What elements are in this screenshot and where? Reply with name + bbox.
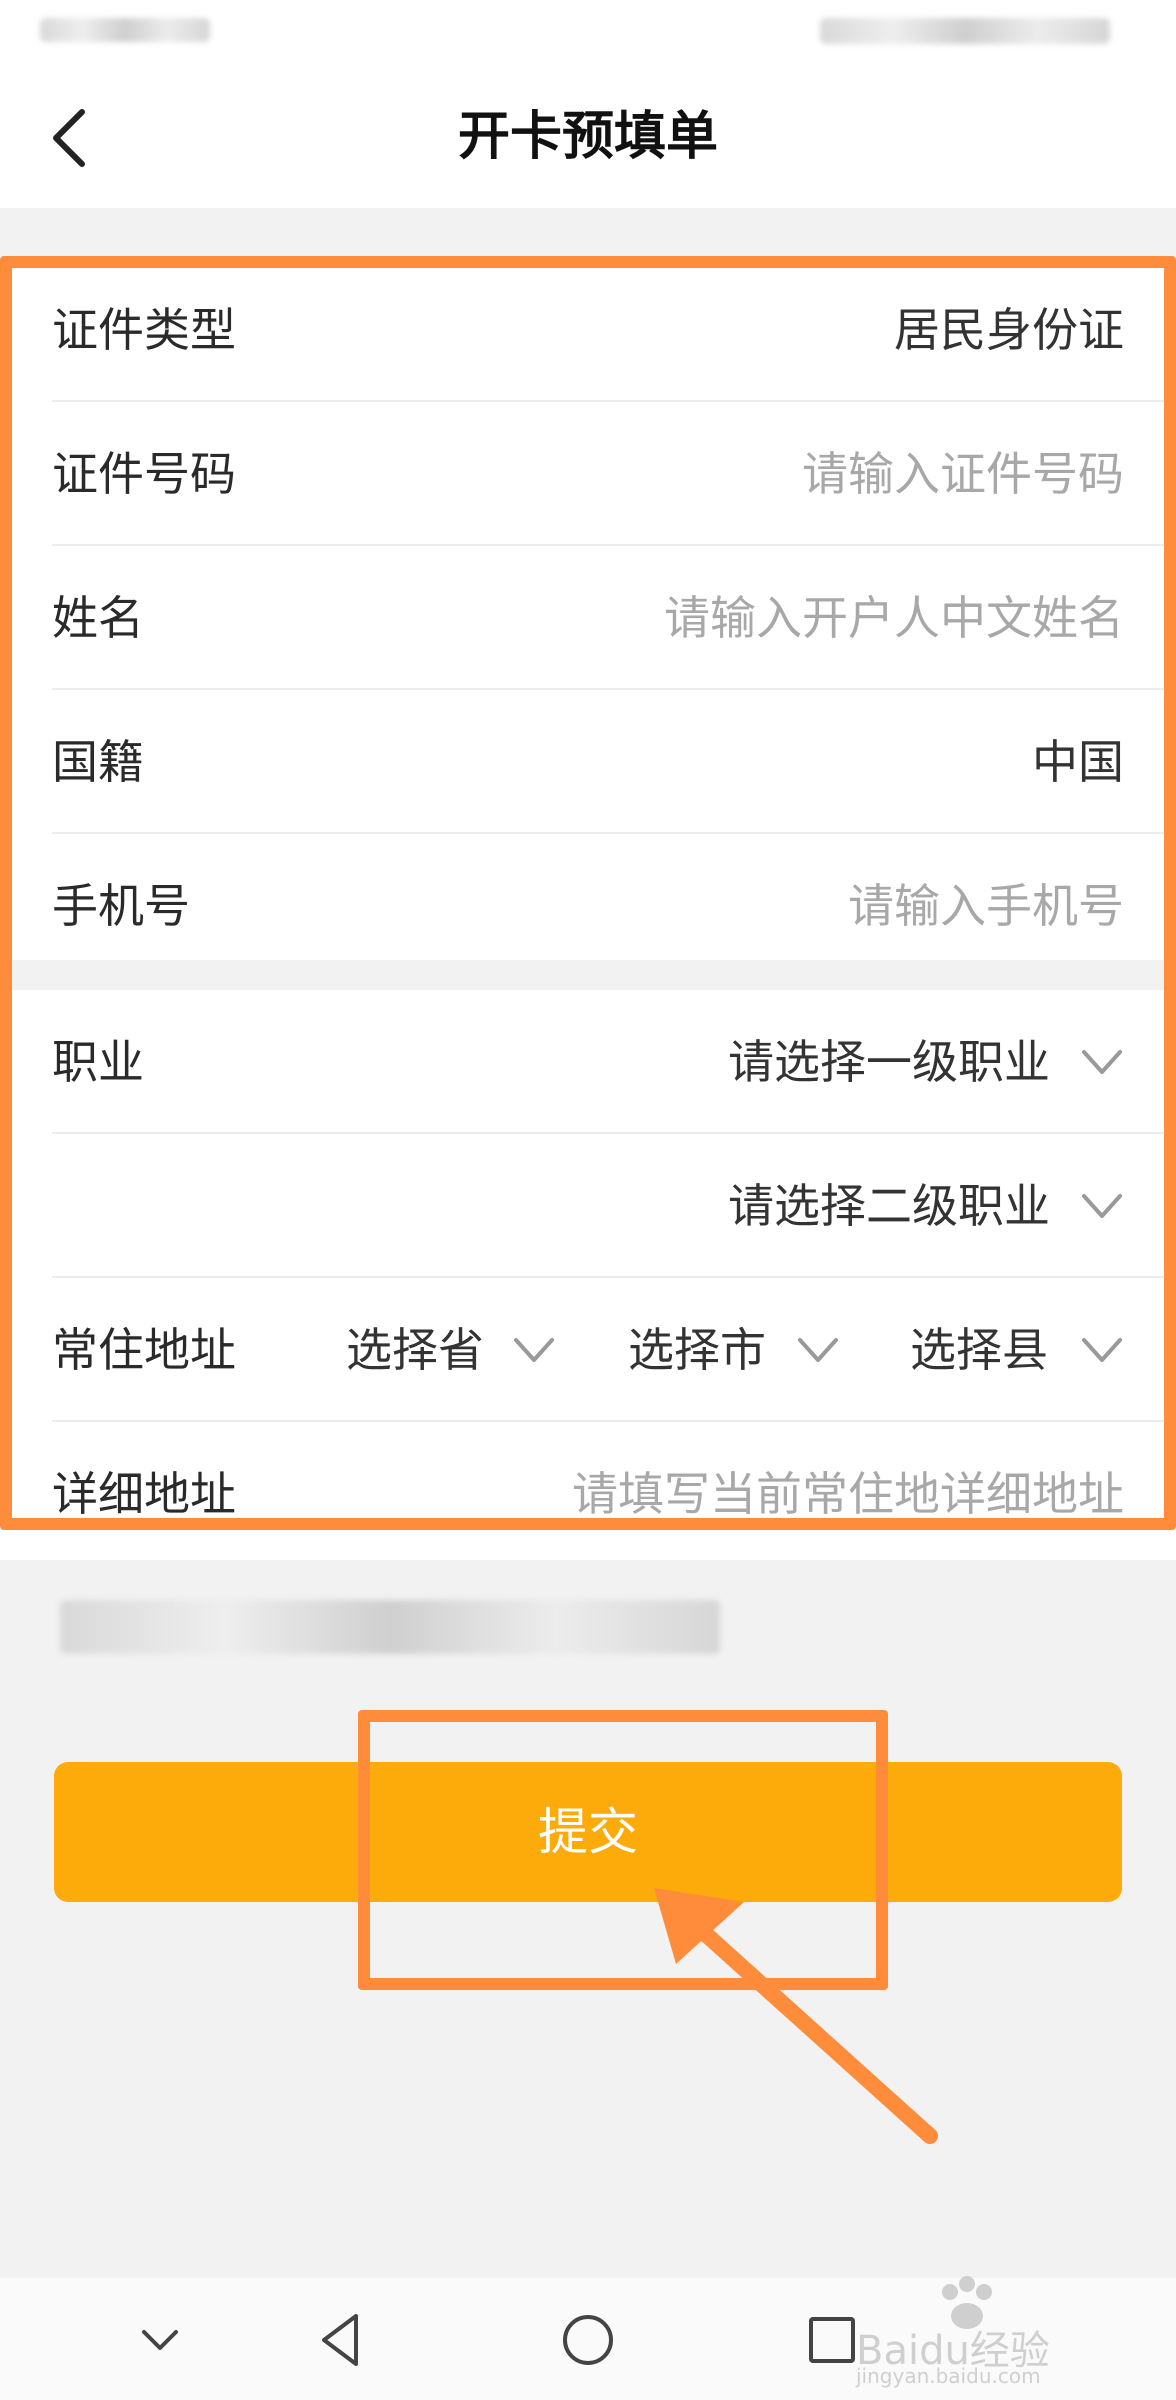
submit-button[interactable]: 提交	[54, 1762, 1122, 1902]
province-select[interactable]: 选择省	[346, 1278, 484, 1422]
address-label: 常住地址	[52, 1323, 236, 1377]
home-circle-icon[interactable]	[550, 2302, 626, 2378]
identity-section: 证件类型 居民身份证 证件号码 请输入证件号码 姓名 请输入开户人中文姓名 国籍…	[0, 258, 1176, 960]
occupation-level2-select[interactable]: 请选择二级职业	[728, 1134, 1050, 1278]
id-number-row[interactable]: 证件号码 请输入证件号码	[0, 402, 1176, 546]
watermark-subtext: jingyan.baidu.com	[856, 2364, 1041, 2388]
nationality-label: 国籍	[52, 735, 144, 789]
name-label: 姓名	[52, 591, 144, 645]
phone-label: 手机号	[52, 879, 190, 933]
id-number-input[interactable]: 请输入证件号码	[802, 402, 1124, 546]
id-type-value: 居民身份证	[894, 303, 1124, 357]
nationality-row[interactable]: 国籍 中国	[0, 690, 1176, 834]
occupation-level1-row[interactable]: 职业 请选择一级职业	[0, 990, 1176, 1134]
status-bar	[0, 0, 1176, 66]
name-input[interactable]: 请输入开户人中文姓名	[664, 546, 1124, 690]
notice-blurred	[60, 1600, 720, 1654]
header: 开卡预填单	[0, 66, 1176, 208]
detail-address-label: 详细地址	[52, 1467, 236, 1521]
chevron-down-icon	[1082, 1338, 1122, 1362]
name-row[interactable]: 姓名 请输入开户人中文姓名	[0, 546, 1176, 690]
chevron-down-icon[interactable]	[122, 2302, 198, 2378]
chevron-left-icon	[53, 109, 85, 167]
detail-address-row[interactable]: 详细地址 请填写当前常住地详细地址	[0, 1422, 1176, 1566]
address-row: 常住地址 选择省 选择市 选择县	[0, 1278, 1176, 1422]
baidu-watermark: Baidu经验 jingyan.baidu.com	[856, 2266, 1116, 2388]
status-info-blurred	[820, 18, 1110, 44]
occupation-level1-select[interactable]: 请选择一级职业	[728, 990, 1050, 1134]
id-number-label: 证件号码	[52, 447, 236, 501]
chevron-down-icon	[798, 1338, 838, 1362]
county-select[interactable]: 选择县	[910, 1278, 1048, 1422]
back-button[interactable]	[44, 106, 104, 170]
status-icons-blurred	[40, 18, 210, 42]
occupation-address-section: 职业 请选择一级职业 请选择二级职业 常住地址 选择省 选择市 选择县 详细地址…	[0, 990, 1176, 1560]
chevron-down-icon	[1082, 1050, 1122, 1074]
chevron-down-icon	[514, 1338, 554, 1362]
id-type-label: 证件类型	[52, 303, 236, 357]
phone-input[interactable]: 请输入手机号	[848, 834, 1124, 978]
detail-address-input[interactable]: 请填写当前常住地详细地址	[572, 1422, 1124, 1566]
id-type-row[interactable]: 证件类型 居民身份证	[0, 258, 1176, 402]
occupation-label: 职业	[52, 1035, 144, 1089]
back-triangle-icon[interactable]	[304, 2302, 380, 2378]
page-title: 开卡预填单	[457, 107, 718, 167]
city-select[interactable]: 选择市	[628, 1278, 766, 1422]
chevron-down-icon	[1082, 1194, 1122, 1218]
nationality-value: 中国	[1032, 735, 1124, 789]
phone-row[interactable]: 手机号 请输入手机号	[0, 834, 1176, 978]
occupation-level2-row[interactable]: 请选择二级职业	[0, 1134, 1176, 1278]
